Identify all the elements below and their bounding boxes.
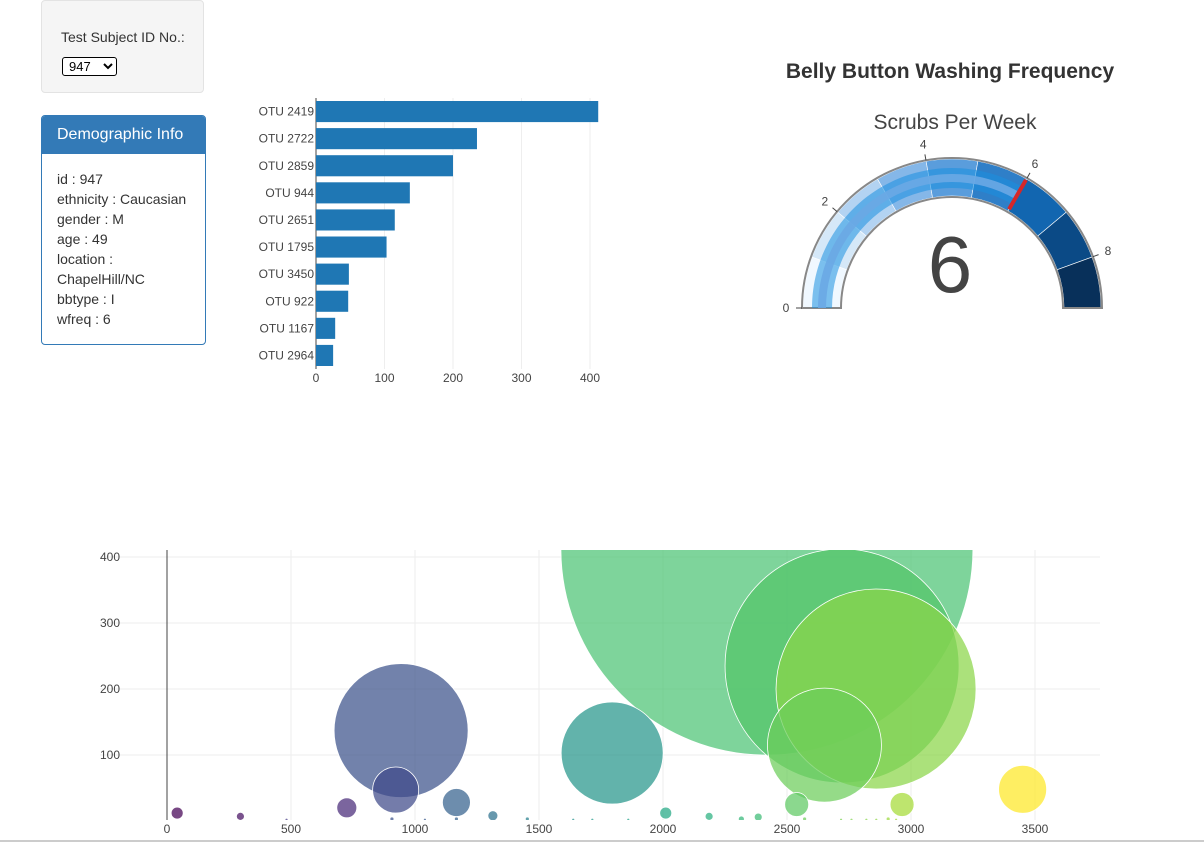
otu-bubble-chart: 0 500 1000 1500 2000 2500 3000 3500 100 200 300 400 xyxy=(0,550,1204,842)
bubble-point xyxy=(590,817,595,820)
bubble-point xyxy=(372,766,420,814)
bubble-point xyxy=(737,815,745,820)
bubble-x-tick: 2500 xyxy=(774,822,801,836)
bubble-y-tick: 400 xyxy=(100,550,120,564)
bubble-point xyxy=(839,817,843,820)
bubble-point xyxy=(784,792,810,817)
bubble-point xyxy=(560,701,664,805)
bubble-point xyxy=(894,817,899,820)
bubble-point xyxy=(753,812,763,820)
bubble-point xyxy=(998,764,1047,814)
bubble-point xyxy=(524,816,530,820)
bubble-y-tick: 100 xyxy=(100,748,120,762)
bubble-point xyxy=(885,816,891,820)
bubble-x-tick: 2000 xyxy=(650,822,677,836)
bubble-point xyxy=(571,817,576,820)
bubble-point xyxy=(442,788,471,817)
bubble-point xyxy=(487,810,499,820)
bubble-x-tick: 1500 xyxy=(526,822,553,836)
bubble-point xyxy=(454,816,459,820)
bubble-point xyxy=(849,817,854,820)
bubble-x-tick: 500 xyxy=(281,822,301,836)
bubble-point xyxy=(389,816,395,820)
bubble-point xyxy=(236,811,245,820)
bubble-point xyxy=(423,817,427,820)
bubble-x-tick: 1000 xyxy=(402,822,429,836)
bubble-point xyxy=(802,816,808,820)
bubble-point xyxy=(704,811,714,820)
bubble-point xyxy=(767,687,882,803)
bubble-point xyxy=(889,792,915,817)
bubble-point xyxy=(864,817,869,820)
bubble-y-tick: 200 xyxy=(100,682,120,696)
bubble-point xyxy=(626,817,631,820)
bubble-x-tick: 0 xyxy=(164,822,171,836)
bubble-x-tick: 3000 xyxy=(898,822,925,836)
bubble-layer xyxy=(170,550,1047,820)
bubble-y-tick: 300 xyxy=(100,616,120,630)
bubble-x-tick: 3500 xyxy=(1022,822,1049,836)
bubble-point xyxy=(336,797,358,819)
bubble-point xyxy=(874,817,879,820)
bubble-point xyxy=(284,817,289,820)
bubble-point xyxy=(659,806,673,820)
bubble-point xyxy=(170,806,184,820)
